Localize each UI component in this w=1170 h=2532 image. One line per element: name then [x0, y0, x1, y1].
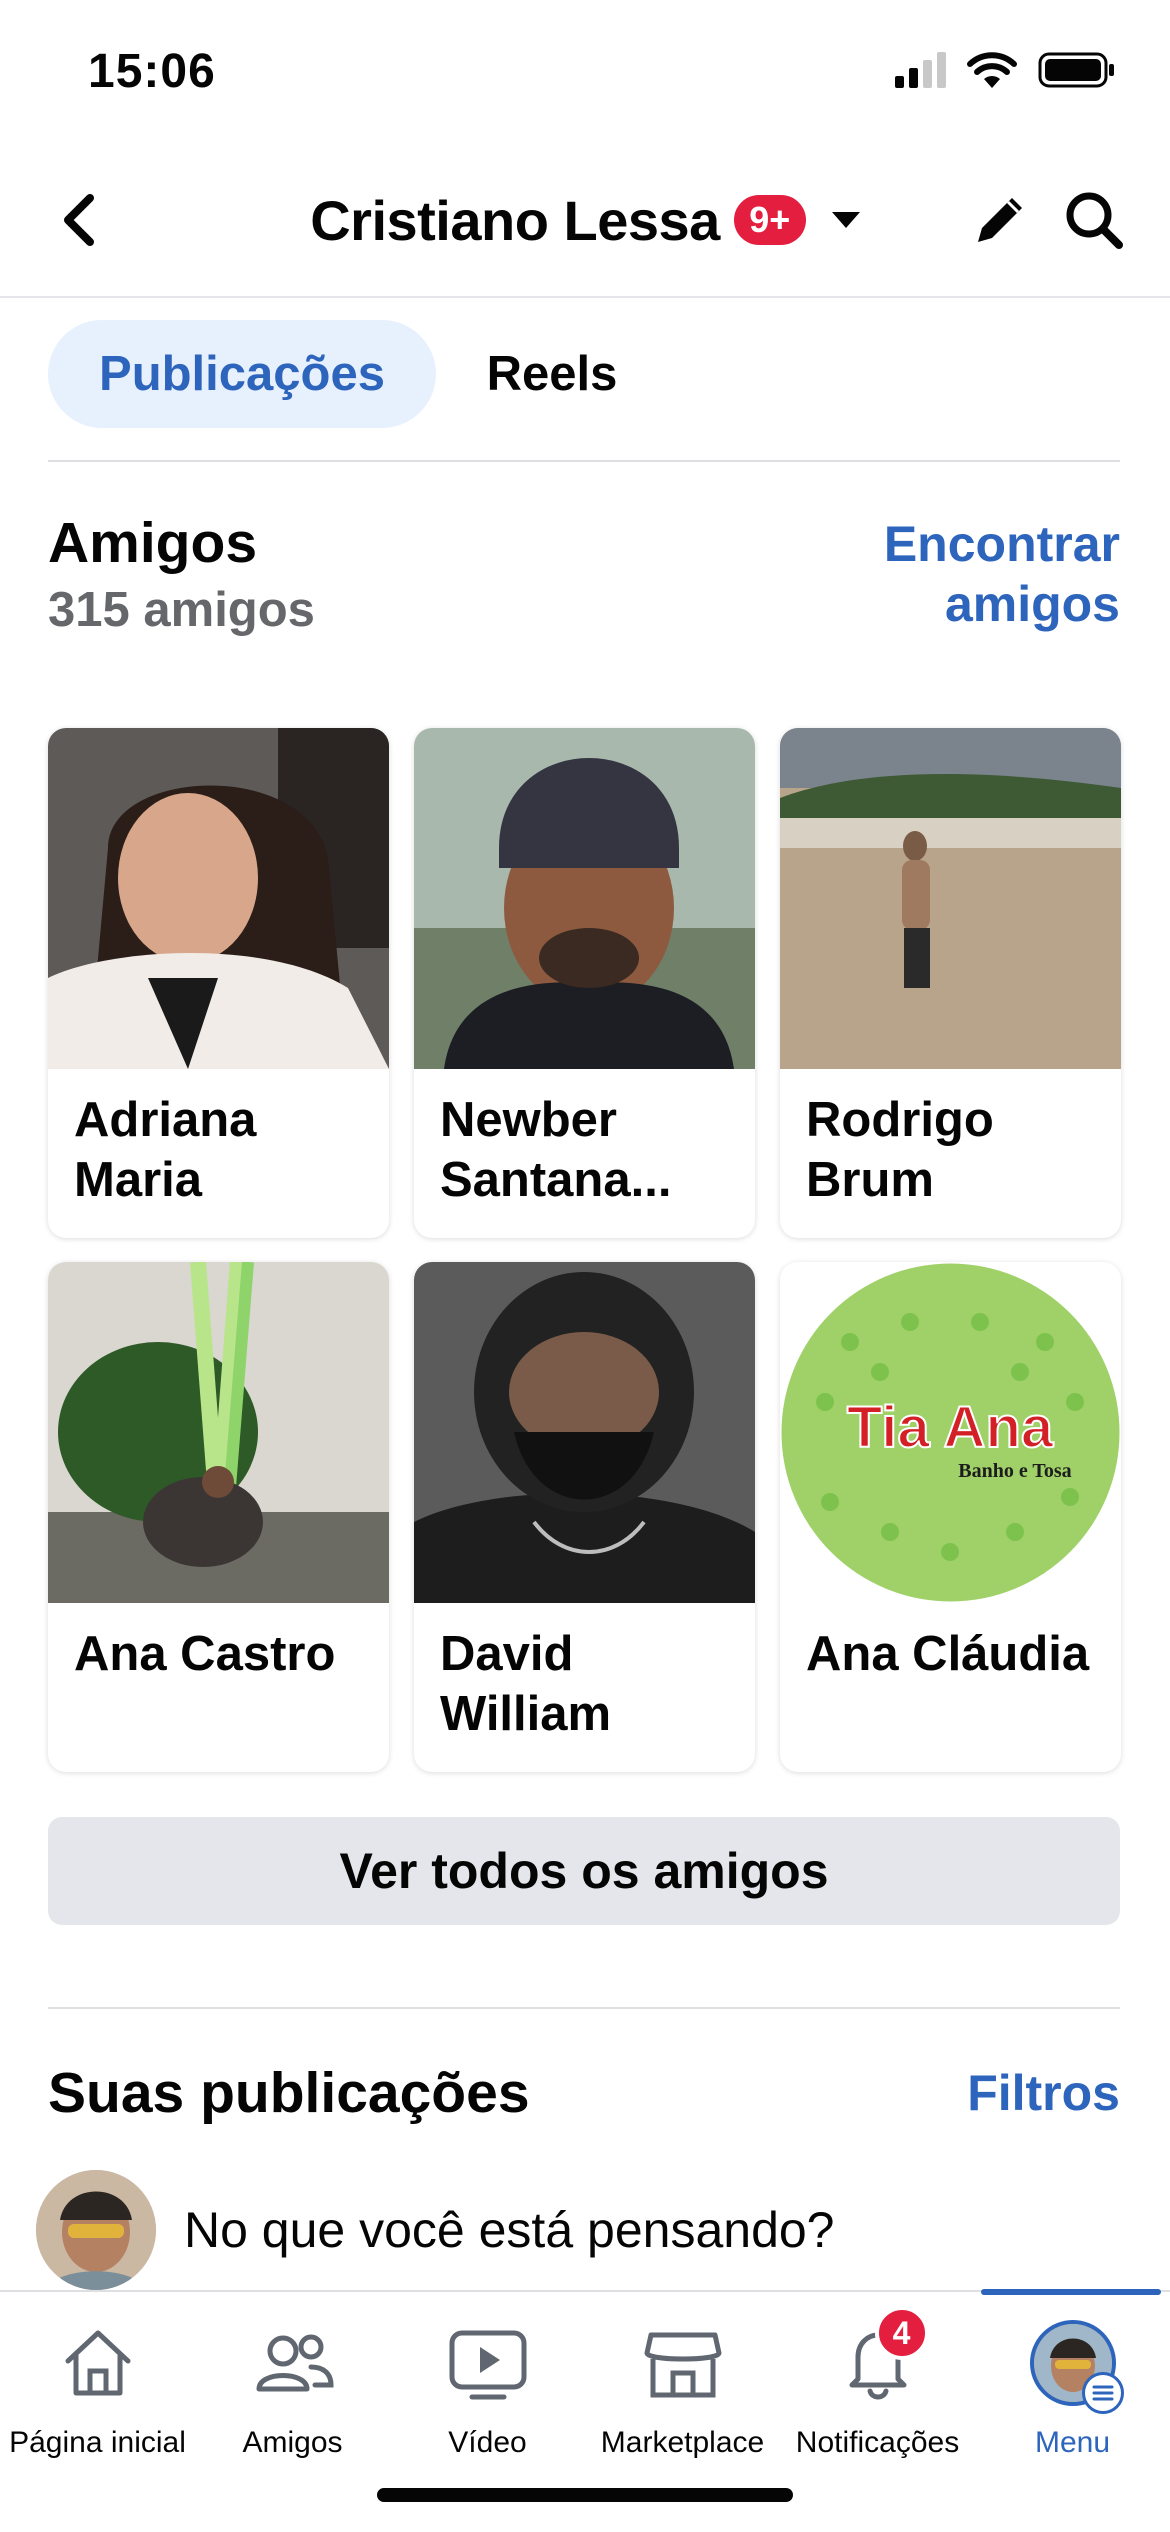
home-indicator — [377, 2488, 793, 2502]
friend-name: Ana Castro — [74, 1627, 336, 1681]
section-divider — [48, 2007, 1120, 2009]
post-composer[interactable]: No que você está pensando? — [36, 2170, 1136, 2290]
bell-icon: 4 — [833, 2306, 929, 2408]
friend-name: Adriana Maria — [74, 1093, 257, 1207]
edit-button[interactable] — [960, 180, 1040, 260]
tab-publicacoes[interactable]: Publicações — [48, 320, 436, 428]
tia-ana-logo: Tia Ana — [847, 1395, 1054, 1460]
friend-photo — [780, 728, 1121, 1069]
menu-avatar-icon — [1028, 2318, 1124, 2414]
pencil-icon — [978, 198, 1022, 242]
friend-card[interactable]: David William — [414, 1262, 755, 1772]
active-tab-indicator — [981, 2289, 1161, 2295]
friend-card[interactable]: Rodrigo Brum — [780, 728, 1121, 1238]
nav-label: Página inicial — [9, 2426, 186, 2459]
notification-badge: 4 — [874, 2306, 929, 2360]
nav-marketplace[interactable]: Marketplace — [585, 2318, 780, 2478]
nav-label: Vídeo — [448, 2426, 527, 2459]
avatar — [36, 2170, 156, 2290]
hamburger-icon — [1081, 2372, 1124, 2414]
nav-label: Marketplace — [600, 2426, 765, 2459]
friends-count: 315 amigos — [48, 583, 315, 637]
status-time: 15:06 — [88, 45, 216, 98]
caret-down-icon — [831, 212, 860, 228]
page-title: Cristiano Lessa — [310, 188, 720, 252]
wifi-icon — [967, 52, 1017, 88]
friend-grid: Adriana Maria Newber Santana... Rodrigo … — [48, 728, 1122, 1772]
nav-video[interactable]: Vídeo — [390, 2318, 585, 2478]
nav-label: Notificações — [795, 2426, 960, 2459]
tab-reels[interactable]: Reels — [452, 320, 652, 428]
status-icons — [895, 50, 1116, 90]
friends-heading: Amigos — [48, 511, 258, 575]
marketplace-icon — [638, 2318, 728, 2408]
tia-ana-subtitle: Banho e Tosa — [958, 1460, 1071, 1482]
friend-card[interactable]: Tia Ana Banho e Tosa Ana Cláudia — [780, 1262, 1121, 1772]
tab-bar: Publicações Reels — [48, 320, 1120, 462]
friend-name: Ana Cláudia — [806, 1627, 1090, 1681]
friend-photo — [414, 728, 755, 1069]
video-icon — [443, 2318, 533, 2408]
friend-photo — [48, 728, 389, 1069]
friends-icon — [248, 2318, 338, 2408]
filters-link[interactable]: Filtros — [967, 2064, 1120, 2122]
search-button[interactable] — [1054, 180, 1134, 260]
friend-photo: Tia Ana Banho e Tosa — [780, 1262, 1121, 1603]
posts-heading: Suas publicações — [48, 2061, 530, 2125]
friend-card[interactable]: Ana Castro — [48, 1262, 389, 1772]
nav-notifications[interactable]: 4 Notificações — [780, 2306, 975, 2478]
friend-name: Newber Santana... — [440, 1093, 672, 1207]
search-icon — [1066, 192, 1123, 249]
status-bar: 15:06 — [0, 0, 1170, 150]
friend-name: David William — [440, 1627, 612, 1741]
nav-friends[interactable]: Amigos — [195, 2318, 390, 2478]
composer-placeholder: No que você está pensando? — [184, 2202, 835, 2258]
cellular-signal-icon — [895, 52, 946, 88]
friend-photo — [414, 1262, 755, 1603]
see-all-friends-button[interactable]: Ver todos os amigos — [48, 1817, 1120, 1925]
battery-icon — [1038, 52, 1114, 88]
nav-label: Amigos — [242, 2426, 343, 2459]
title-badge: 9+ — [733, 195, 806, 245]
home-icon — [53, 2318, 143, 2408]
find-friends-link[interactable]: Encontrar amigos — [820, 514, 1120, 634]
nav-home[interactable]: Página inicial — [0, 2318, 195, 2478]
nav-menu[interactable]: Menu — [975, 2318, 1170, 2478]
friend-card[interactable]: Adriana Maria — [48, 728, 389, 1238]
friend-name: Rodrigo Brum — [806, 1093, 994, 1207]
nav-label: Menu — [1034, 2426, 1111, 2459]
top-header: Cristiano Lessa 9+ — [0, 150, 1170, 298]
friend-card[interactable]: Newber Santana... — [414, 728, 755, 1238]
friend-photo — [48, 1262, 389, 1603]
